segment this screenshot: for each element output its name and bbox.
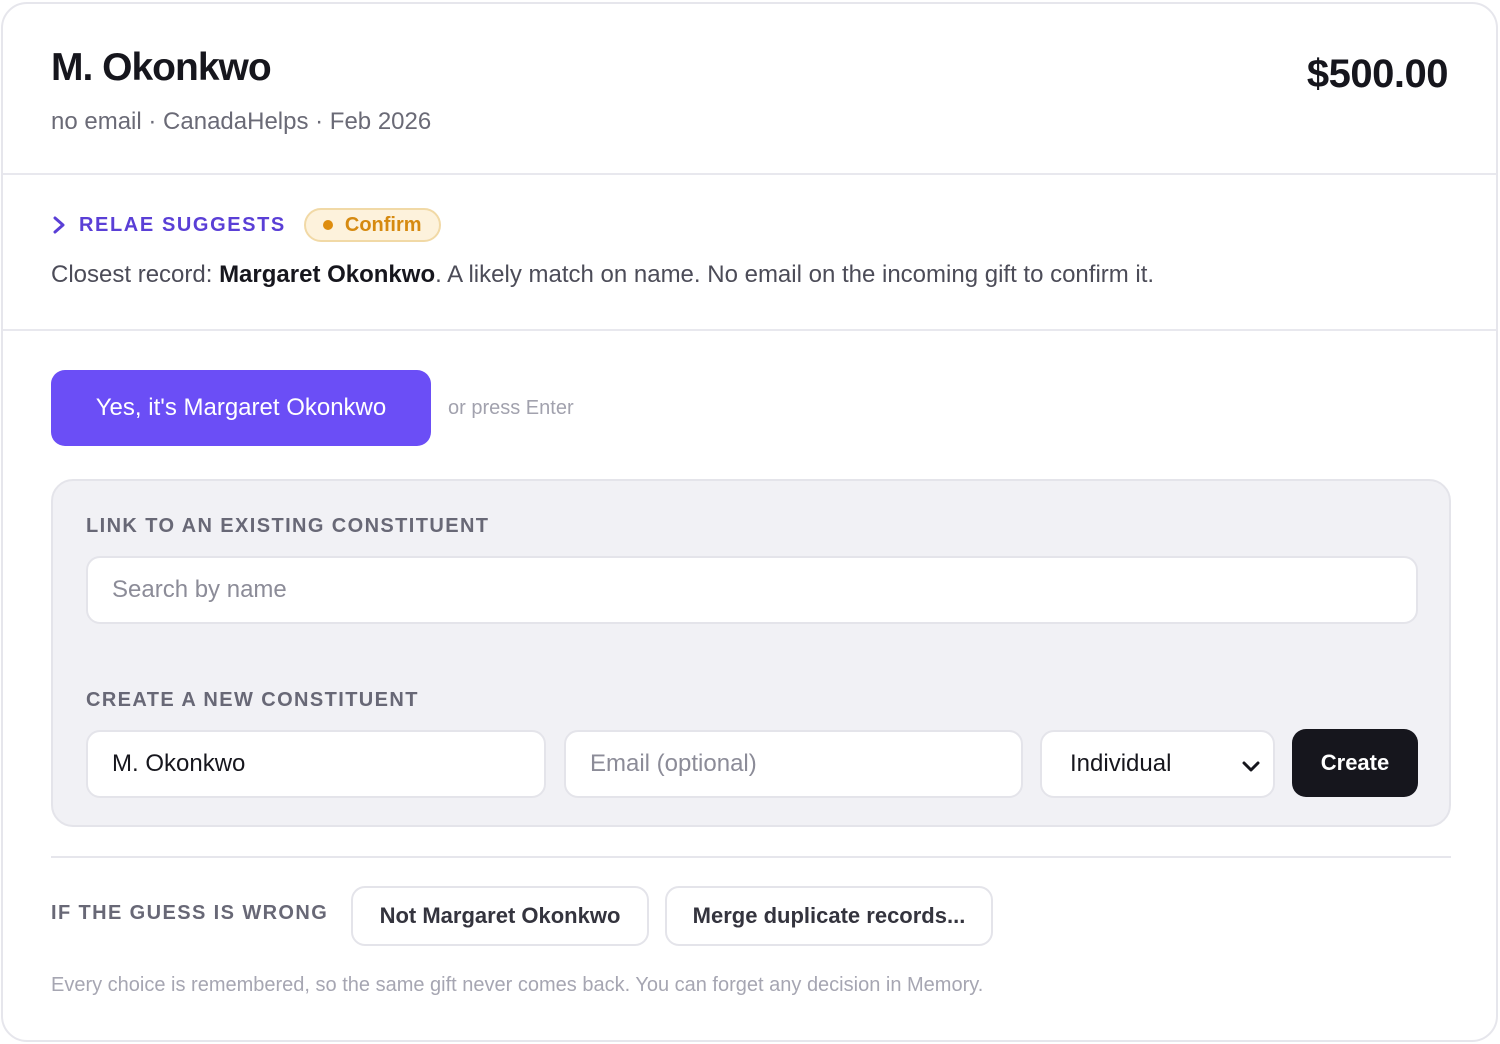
create-button[interactable]: Create xyxy=(1292,729,1418,797)
suggestion-text: Closest record: Margaret Okonkwo. A like… xyxy=(51,261,1154,289)
suggestion-text-prefix: Closest record: xyxy=(51,261,220,288)
keyboard-hint: or press Enter xyxy=(448,397,574,419)
suggestion-label: RELAE SUGGESTS xyxy=(79,213,286,236)
constituent-type-select[interactable]: Individual xyxy=(1040,730,1275,798)
status-badge-text: Confirm xyxy=(344,213,422,236)
not-match-button[interactable]: Not Margaret Okonkwo xyxy=(351,886,649,946)
donor-name: M. Okonkwo xyxy=(51,46,272,89)
merge-duplicates-button[interactable]: Merge duplicate records... xyxy=(665,886,993,946)
suggestion-text-suffix: . A likely match on name. No email on th… xyxy=(435,261,1155,288)
suggested-record-name: Margaret Okonkwo xyxy=(219,261,436,288)
status-badge: Confirm xyxy=(303,208,441,242)
chevron-right-icon xyxy=(53,216,65,234)
gift-meta: no email · CanadaHelps · Feb 2026 xyxy=(51,108,432,135)
email-field[interactable] xyxy=(564,730,1023,798)
constituent-type-value: Individual xyxy=(1070,750,1172,777)
gift-header: M. Okonkwo no email · CanadaHelps · Feb … xyxy=(3,4,1496,175)
link-section-label: LINK TO AN EXISTING CONSTITUENT xyxy=(86,515,490,537)
create-section-label: CREATE A NEW CONSTITUENT xyxy=(86,689,419,711)
wrong-guess-label: IF THE GUESS IS WRONG xyxy=(51,902,329,924)
status-dot-icon xyxy=(322,220,333,230)
gift-amount: $500.00 xyxy=(1306,52,1449,96)
name-field[interactable] xyxy=(86,730,546,798)
search-input[interactable] xyxy=(86,556,1418,624)
memory-footnote: Every choice is remembered, so the same … xyxy=(51,974,984,996)
constituent-panel: LINK TO AN EXISTING CONSTITUENT CREATE A… xyxy=(51,479,1451,827)
divider xyxy=(51,856,1451,858)
suggestion-section: RELAE SUGGESTS Confirm Closest record: M… xyxy=(3,175,1496,331)
confirm-match-button[interactable]: Yes, it's Margaret Okonkwo xyxy=(51,370,431,446)
gift-review-card: M. Okonkwo no email · CanadaHelps · Feb … xyxy=(1,2,1498,1042)
chevron-down-icon xyxy=(1242,761,1260,772)
suggestion-header: RELAE SUGGESTS Confirm xyxy=(51,207,441,243)
